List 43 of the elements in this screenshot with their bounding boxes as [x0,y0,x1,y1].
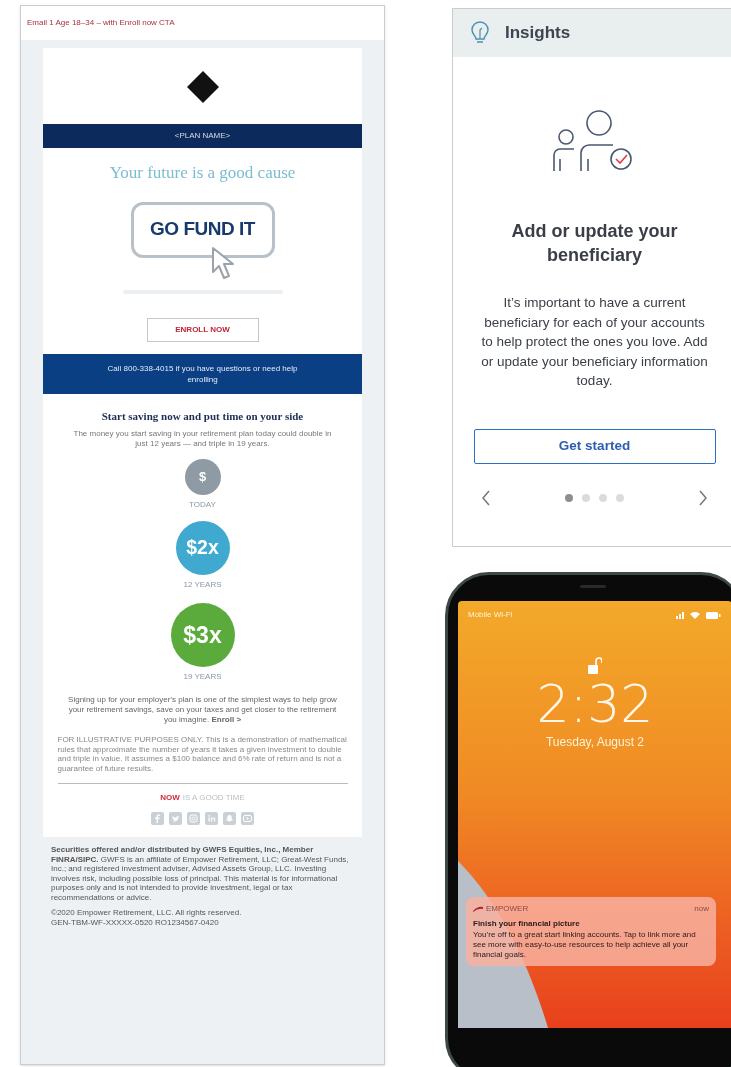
notification-app-name: EMPOWER [486,903,529,915]
notification-time: now [694,903,709,915]
cursor-arrow-icon [210,245,237,280]
instagram-icon[interactable] [187,812,200,825]
insights-body: It’s important to have a current beneficiary for each of your accounts to help protect the ones you love. Add or update your beneficiary information today. [480,294,709,390]
intro-text: The money you start saving in your retirement plan today could double in just 12 years — and triple in 19 years. [72,429,333,449]
copyright-text: GEN-TBM-WF-XXXXX-0520 RO1234567-0420 [51,918,220,928]
call-banner-text: Call 800-338-4015 if you have questions or need help enrolling [106,362,299,385]
milestone-label: 12 YEARS [183,579,222,591]
closing-text: Signing up for your employer's plan is one of the simplest ways to help grow your retirement savings, save on your taxes and get closer to the retirement you imagine. Enroll > [67,695,338,725]
app-icon [473,906,483,912]
carrier-text: Mobile Wi-Fi [468,609,513,621]
plan-name-text: <PLAN NAME> [174,130,231,142]
linkedin-icon[interactable] [205,812,218,825]
speaker-grille [580,585,606,588]
tagline-emphasis: NOW [160,792,180,804]
email-header-note: Email 1 Age 18–34 – with Enroll now CTA [27,17,175,29]
facebook-icon[interactable] [151,812,164,825]
notification-body: You’re off to a great start linking accounts. Tap to link more and see more with easy-to-use resources to help achieve all your financial goals. [473,930,697,960]
copyright-text: ©2020 Empower Retirement, LLC. All rights reserved. [51,908,243,918]
previous-chevron-icon[interactable] [481,489,491,506]
twitter-icon[interactable] [169,812,182,825]
notification-card[interactable]: EMPOWER now Finish your financial picture You’re off to a great start linking accounts. Tap to link more and see more with easy-to-use resources to help achieve all your financial goals. [466,897,716,966]
insights-title: Insights [505,22,571,45]
insights-heading: Add or update your beneficiary [510,220,679,267]
enroll-now-button[interactable]: ENROLL NOW [146,317,259,342]
section-title: Start saving now and put time on your side [101,408,304,424]
diamond-logo-icon [185,70,220,104]
video-play-icon[interactable] [241,812,254,825]
lock-date: Tuesday, August 2 [544,734,646,751]
lock-time: 2:32 [535,675,655,733]
social-icon[interactable] [223,812,236,825]
disclaimer-text: FOR ILLUSTRATIVE PURPOSES ONLY. This is a demonstration of mathematical rules that approximate the number of years it takes a given investment to double and triple in value. It assumes a $100 balance and 6% rate of return and is not a guarantee of future results. [57,735,348,773]
lightbulb-icon [469,21,491,45]
milestone-label: TODAY [189,499,216,511]
status-icons [676,611,722,619]
get-started-button[interactable]: Get started [473,428,716,464]
milestone-label: 19 YEARS [183,671,222,683]
legal-text: Securities offered and/or distributed by GWFS Equities, Inc., Member FINRA/SIPC. GWFS is an affiliate of Empower Retirement, LLC; Great-West Funds, Inc.; and registered investment adviser, Advised Assets Group, LLC. Investing involves risk, including possible loss of principal. This material is for informational purposes only and is not intended to provide investment, legal or tax recommendations or advice. [51,845,350,902]
email-headline: Your future is a good cause [109,162,296,184]
next-chevron-icon[interactable] [698,489,708,506]
notification-title: Finish your financial picture [473,918,581,930]
unlocked-padlock-icon [588,657,602,675]
